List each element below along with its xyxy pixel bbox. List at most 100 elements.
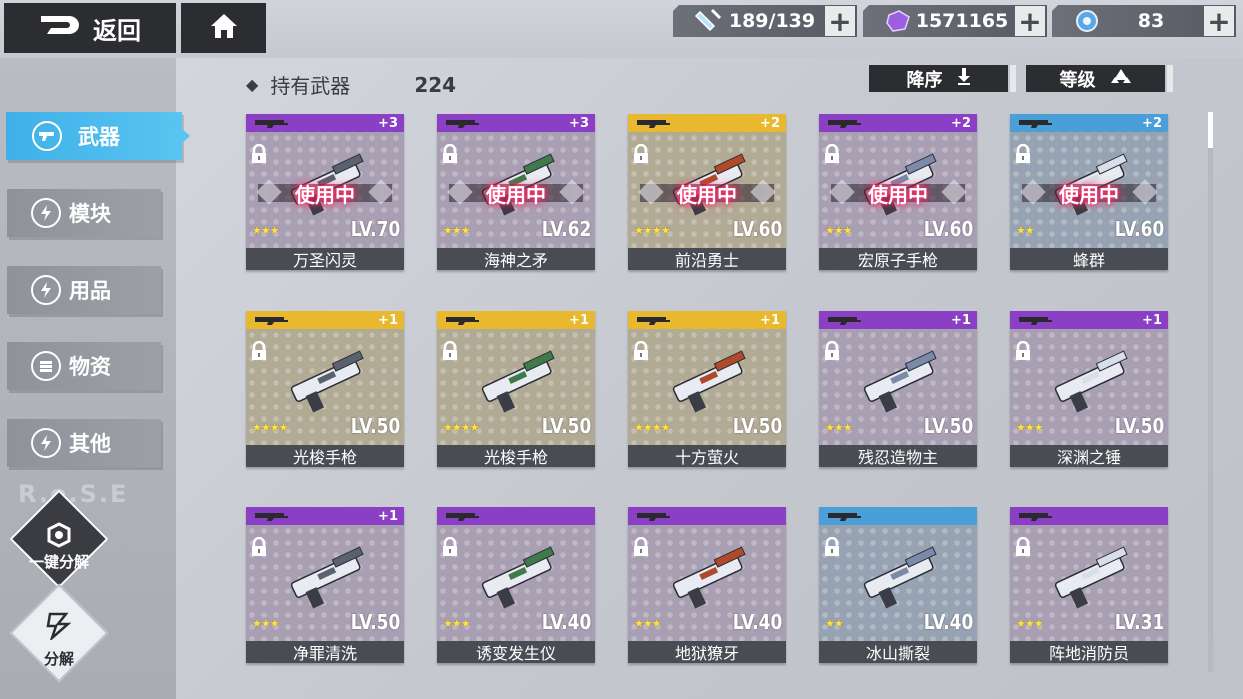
weapon-level: LV.50: [541, 414, 591, 438]
weapon-card[interactable]: +3 使用中 ★★★ LV.70 万圣闪灵: [246, 114, 404, 270]
back-arrow-icon: [39, 12, 83, 44]
weapon-card[interactable]: +1 ★★★ LV.50 残忍造物主: [819, 311, 977, 467]
weapon-image: [278, 343, 378, 413]
lock-icon[interactable]: [250, 143, 268, 164]
weapon-refine-level: +1: [1142, 312, 1162, 328]
weapon-card[interactable]: +1 ★★★★ LV.50 十方萤火: [628, 311, 786, 467]
home-button[interactable]: [181, 3, 266, 53]
lock-icon[interactable]: [441, 143, 459, 164]
lock-icon[interactable]: [823, 340, 841, 361]
weapon-refine-level: +2: [1142, 115, 1162, 131]
weapon-type-icon: [636, 507, 672, 526]
star-rating: ★★★★: [252, 421, 288, 434]
lock-icon[interactable]: [632, 340, 650, 361]
weapon-refine-level: +1: [951, 312, 971, 328]
lightning-icon: [31, 275, 61, 305]
weapon-rarity-band: [628, 507, 786, 525]
weapon-rarity-band: +2: [1010, 114, 1168, 132]
weapon-card[interactable]: +2 使用中 ★★★★ LV.60 前沿勇士: [628, 114, 786, 270]
weapon-rarity-band: +1: [819, 311, 977, 329]
weapon-name: 阵地消防员: [1010, 641, 1168, 663]
weapon-image: [1042, 343, 1142, 413]
orb-add-button[interactable]: +: [1204, 5, 1234, 37]
lock-icon[interactable]: [250, 536, 268, 557]
sidebar-item-materials[interactable]: 物资: [7, 342, 161, 390]
lock-icon[interactable]: [823, 143, 841, 164]
lock-icon[interactable]: [632, 143, 650, 164]
sidebar-item-label: 模块: [69, 202, 111, 226]
in-use-label: 使用中: [868, 182, 928, 207]
weapon-name: 海神之矛: [437, 248, 595, 270]
weapon-card[interactable]: ★★★ LV.40 诱变发生仪: [437, 507, 595, 663]
sidebar-item-label: 物资: [69, 355, 111, 379]
weapon-name: 蜂群: [1010, 248, 1168, 270]
lock-icon[interactable]: [1014, 143, 1032, 164]
sort-level-button[interactable]: 等级: [1026, 65, 1173, 92]
sort-order-label: 降序: [906, 69, 943, 91]
weapon-card[interactable]: ★★★ LV.40 地狱獠牙: [628, 507, 786, 663]
weapon-card[interactable]: +2 使用中 ★★★ LV.60 宏原子手枪: [819, 114, 977, 270]
star-rating: ★★★: [1016, 617, 1044, 630]
weapon-refine-level: +1: [378, 508, 398, 524]
weapon-name: 净罪清洗: [246, 641, 404, 663]
sidebar-item-weapons[interactable]: 武器: [6, 112, 190, 160]
crystal-add-button[interactable]: +: [1015, 5, 1045, 37]
weapon-name: 前沿勇士: [628, 248, 786, 270]
weapon-image: [851, 539, 951, 609]
back-label: 返回: [93, 16, 141, 45]
weapon-card[interactable]: +1 ★★★ LV.50 深渊之锤: [1010, 311, 1168, 467]
scrollbar-thumb[interactable]: [1208, 112, 1213, 148]
weapon-type-icon: [636, 311, 672, 330]
weapon-rarity-band: +1: [246, 311, 404, 329]
sidebar-item-label: 用品: [69, 279, 111, 303]
weapon-type-icon: [636, 114, 672, 133]
blue-orb-icon: [1070, 7, 1104, 35]
lock-icon[interactable]: [1014, 536, 1032, 557]
star-rating: ★★★★: [443, 421, 479, 434]
weapon-type-icon: [254, 311, 290, 330]
lock-icon[interactable]: [441, 340, 459, 361]
stamina-bottle-icon: [691, 7, 725, 35]
scrollbar-track[interactable]: [1208, 112, 1213, 672]
lock-icon[interactable]: [632, 536, 650, 557]
star-rating: ★★★: [252, 224, 280, 237]
lock-icon[interactable]: [823, 536, 841, 557]
weapon-card[interactable]: ★★★ LV.31 阵地消防员: [1010, 507, 1168, 663]
sidebar-item-label: 武器: [78, 125, 120, 149]
weapon-type-icon: [1018, 311, 1054, 330]
weapon-level: LV.60: [923, 217, 973, 241]
weapon-refine-level: +1: [760, 312, 780, 328]
lock-icon[interactable]: [441, 536, 459, 557]
weapon-card[interactable]: +1 ★★★★ LV.50 光梭手枪: [437, 311, 595, 467]
sidebar-item-other[interactable]: 其他: [7, 419, 161, 467]
stamina-add-button[interactable]: +: [825, 5, 855, 37]
weapon-level: LV.31: [1114, 610, 1164, 634]
weapon-card[interactable]: +2 使用中 ★★ LV.60 蜂群: [1010, 114, 1168, 270]
weapon-card[interactable]: +1 ★★★ LV.50 净罪清洗: [246, 507, 404, 663]
hexagon-icon: [46, 522, 72, 552]
weapon-refine-level: +1: [569, 312, 589, 328]
sort-order-button[interactable]: 降序: [869, 65, 1016, 92]
weapon-image: [469, 539, 569, 609]
weapon-card[interactable]: +3 使用中 ★★★ LV.62 海神之矛: [437, 114, 595, 270]
sidebar-item-supplies[interactable]: 用品: [7, 266, 161, 314]
star-rating: ★★: [1016, 224, 1035, 237]
in-use-badge: 使用中: [628, 178, 786, 208]
star-rating: ★★★★: [634, 421, 670, 434]
currency-crystal: 1571165 +: [863, 5, 1047, 37]
weapon-type-icon: [827, 311, 863, 330]
star-rating: ★★★: [634, 617, 662, 630]
lock-icon[interactable]: [250, 340, 268, 361]
back-button[interactable]: 返回: [4, 3, 176, 53]
weapon-image: [1042, 539, 1142, 609]
weapon-card[interactable]: +1 ★★★★ LV.50 光梭手枪: [246, 311, 404, 467]
weapon-type-icon: [254, 507, 290, 526]
weapon-card[interactable]: ★★ LV.40 冰山撕裂: [819, 507, 977, 663]
star-rating: ★★★: [825, 421, 853, 434]
sidebar-item-modules[interactable]: 模块: [7, 189, 161, 237]
weapon-rarity-band: [437, 507, 595, 525]
weapon-name: 万圣闪灵: [246, 248, 404, 270]
lock-icon[interactable]: [1014, 340, 1032, 361]
weapon-type-icon: [445, 507, 481, 526]
weapon-rarity-band: +1: [1010, 311, 1168, 329]
